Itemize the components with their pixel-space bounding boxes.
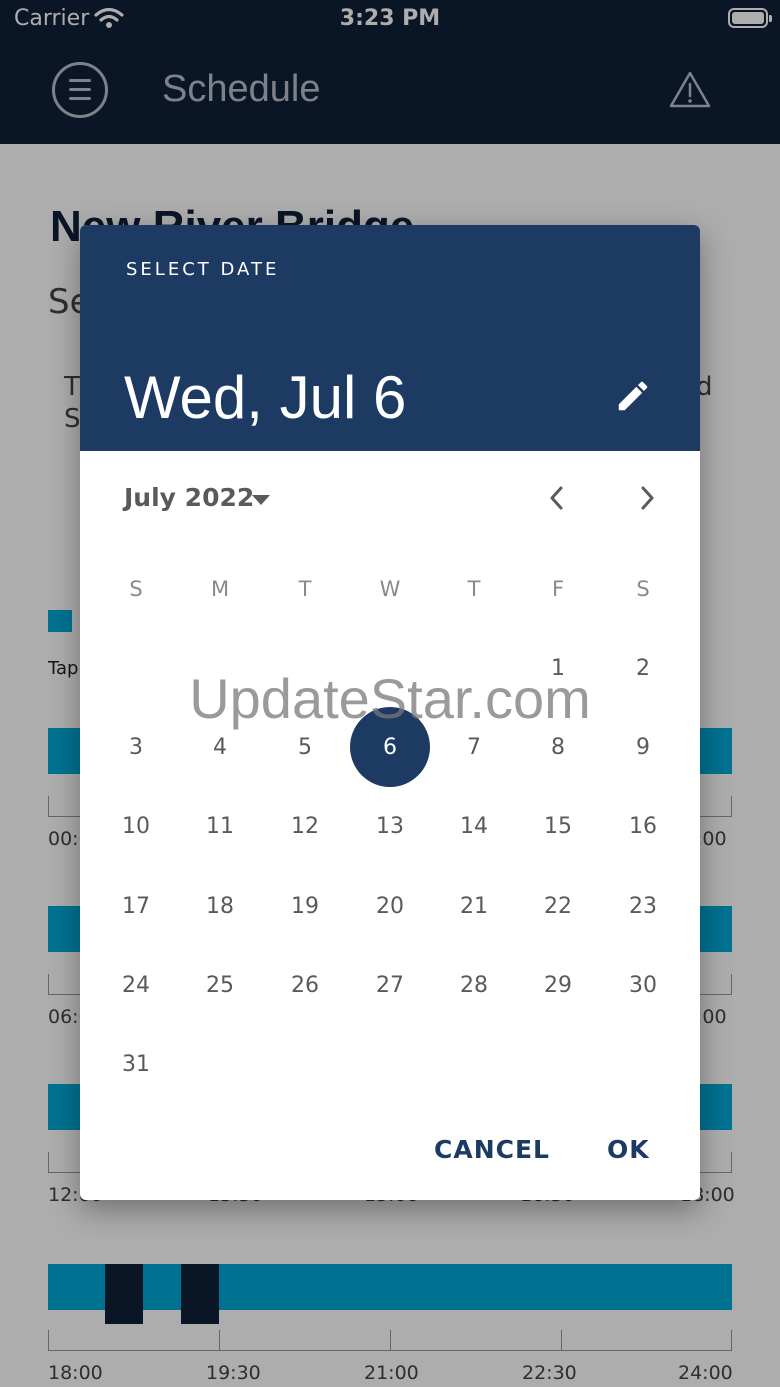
weekday-label: S: [129, 577, 143, 601]
chevron-left-icon[interactable]: [544, 483, 570, 517]
weekday-label: T: [467, 577, 481, 601]
calendar-day[interactable]: 22: [518, 866, 598, 946]
calendar-day[interactable]: 26: [265, 945, 345, 1025]
watermark: UpdateStar.com: [189, 667, 591, 730]
cancel-button[interactable]: CANCEL: [434, 1135, 550, 1164]
calendar-day[interactable]: 25: [180, 945, 260, 1025]
pencil-icon[interactable]: [614, 377, 652, 419]
calendar-day[interactable]: 24: [96, 945, 176, 1025]
dialog-kicker: SELECT DATE: [126, 259, 280, 280]
calendar-day[interactable]: 14: [434, 786, 514, 866]
calendar-day[interactable]: 30: [603, 945, 683, 1025]
calendar-day[interactable]: 12: [265, 786, 345, 866]
calendar-day[interactable]: 18: [180, 866, 260, 946]
calendar-day[interactable]: 11: [180, 786, 260, 866]
calendar-day[interactable]: 23: [603, 866, 683, 946]
selected-date-display: Wed, Jul 6: [124, 364, 407, 431]
calendar-day[interactable]: 19: [265, 866, 345, 946]
calendar-day[interactable]: 16: [603, 786, 683, 866]
calendar-day[interactable]: 31: [96, 1024, 176, 1104]
weekday-label: F: [551, 577, 565, 601]
calendar-day[interactable]: 27: [350, 945, 430, 1025]
date-picker-header: SELECT DATE Wed, Jul 6: [80, 225, 700, 451]
chevron-right-icon[interactable]: [634, 483, 660, 517]
calendar-day[interactable]: 21: [434, 866, 514, 946]
calendar-day[interactable]: 20: [350, 866, 430, 946]
weekday-label: M: [210, 577, 230, 601]
weekday-label: W: [379, 577, 401, 601]
weekday-label: T: [298, 577, 312, 601]
calendar-day[interactable]: 28: [434, 945, 514, 1025]
ok-button[interactable]: OK: [607, 1135, 650, 1164]
calendar-day[interactable]: 17: [96, 866, 176, 946]
dropdown-caret-icon[interactable]: [252, 495, 270, 505]
calendar-day[interactable]: 15: [518, 786, 598, 866]
weekday-label: S: [636, 577, 650, 601]
calendar-day[interactable]: 13: [350, 786, 430, 866]
month-year-selector[interactable]: July 2022: [124, 483, 254, 512]
calendar-day[interactable]: 29: [518, 945, 598, 1025]
calendar-day[interactable]: 10: [96, 786, 176, 866]
